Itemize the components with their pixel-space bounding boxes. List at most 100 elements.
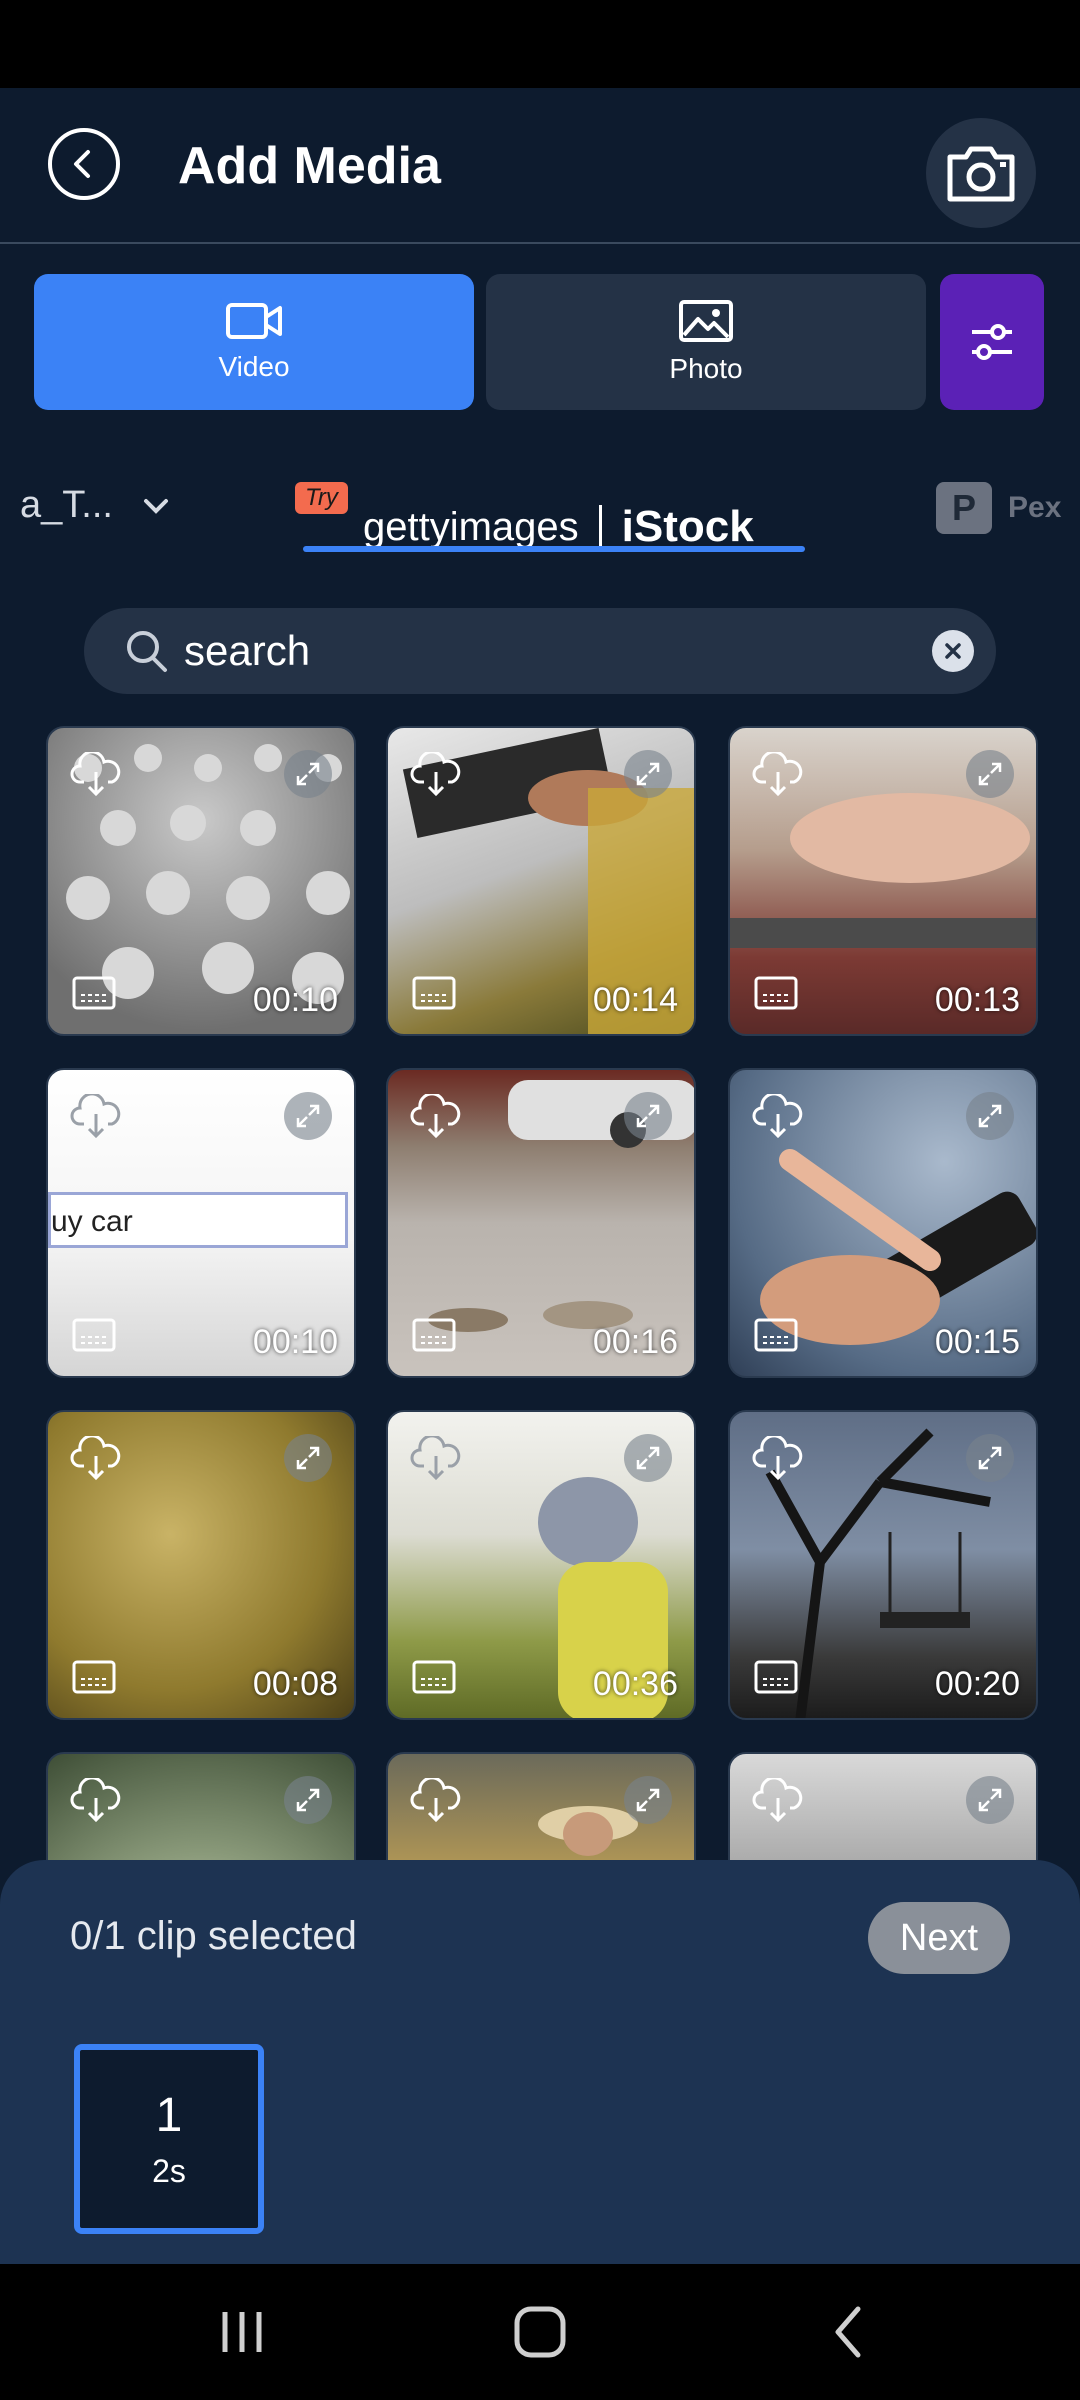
getty-istock-logo: gettyimages iStock: [363, 502, 754, 552]
system-back-button[interactable]: [820, 2304, 876, 2360]
cloud-download-icon[interactable]: [752, 1094, 804, 1140]
duration-label: 00:13: [934, 981, 1020, 1019]
istock-brand: iStock: [621, 502, 754, 551]
status-bar: [0, 0, 1080, 88]
source-row: a_T... Try gettyimages iStock P Pex: [0, 440, 1080, 560]
subtitle-icon: [412, 976, 456, 1010]
duration-label: 00:16: [592, 1323, 678, 1361]
media-thumbnail[interactable]: 00:13: [728, 726, 1038, 1036]
media-thumbnail[interactable]: 00:08: [46, 1410, 356, 1720]
expand-icon[interactable]: [966, 1092, 1014, 1140]
system-nav-bar: [0, 2264, 1080, 2400]
clip-slot-duration: 2s: [152, 2153, 186, 2189]
search-icon: [127, 631, 167, 672]
expand-icon[interactable]: [624, 1434, 672, 1482]
duration-label: 00:10: [252, 981, 338, 1019]
media-thumbnail[interactable]: [728, 1752, 1038, 1860]
cloud-download-icon[interactable]: [410, 1436, 462, 1482]
media-thumbnail[interactable]: 00:15: [728, 1068, 1038, 1378]
media-thumbnail[interactable]: 00:10: [46, 726, 356, 1036]
search-bar: [84, 608, 996, 694]
expand-icon[interactable]: [624, 1776, 672, 1824]
tab-video[interactable]: Video: [34, 274, 474, 410]
duration-label: 00:10: [252, 1323, 338, 1361]
logo-divider: [598, 505, 602, 549]
search-input[interactable]: [184, 608, 884, 694]
selection-panel: 0/1 clip selected Next 1 2s: [0, 1860, 1080, 2264]
media-thumbnail[interactable]: [386, 1752, 696, 1860]
media-thumbnail[interactable]: [46, 1752, 356, 1860]
camera-icon: [947, 146, 1015, 202]
chevron-left-icon: [74, 150, 90, 178]
tab-video-label: Video: [218, 351, 290, 382]
cloud-download-icon[interactable]: [70, 1094, 122, 1140]
expand-icon[interactable]: [284, 750, 332, 798]
image-icon: [679, 300, 733, 342]
cloud-download-icon[interactable]: [70, 1436, 122, 1482]
overlay-text: uy car: [51, 1205, 133, 1238]
home-button[interactable]: [512, 2304, 568, 2360]
try-badge: Try: [295, 482, 348, 514]
page-title: Add Media: [178, 137, 441, 195]
cloud-download-icon[interactable]: [752, 752, 804, 798]
cloud-download-icon[interactable]: [70, 752, 122, 798]
source-tab-getty[interactable]: Try gettyimages iStock: [295, 460, 805, 552]
source-tab-pexels[interactable]: P Pex: [936, 482, 1061, 534]
expand-icon[interactable]: [624, 1092, 672, 1140]
recents-icon: [222, 2312, 262, 2352]
chevron-down-icon: [143, 498, 168, 514]
expand-icon[interactable]: [284, 1434, 332, 1482]
duration-label: 00:36: [592, 1665, 678, 1703]
clip-slot[interactable]: 1 2s: [74, 2044, 264, 2234]
cloud-download-icon[interactable]: [70, 1778, 122, 1824]
media-thumbnail[interactable]: 00:36: [386, 1410, 696, 1720]
tab-photo[interactable]: Photo: [486, 274, 926, 410]
subtitle-icon: [754, 976, 798, 1010]
cloud-download-icon[interactable]: [410, 1778, 462, 1824]
media-thumbnail[interactable]: 00:20: [728, 1410, 1038, 1720]
clip-slot-number: 1: [155, 2089, 183, 2142]
back-arrow-icon: [835, 2306, 861, 2358]
cloud-download-icon[interactable]: [410, 1094, 462, 1140]
subtitle-icon: [72, 1318, 116, 1352]
media-type-tabs: Video Photo: [34, 274, 1046, 410]
media-thumbnail[interactable]: uy car 00:10: [46, 1068, 356, 1378]
folder-dropdown[interactable]: a_T...: [20, 484, 169, 527]
expand-icon[interactable]: [284, 1092, 332, 1140]
video-camera-icon: [226, 303, 282, 339]
subtitle-icon: [72, 1660, 116, 1694]
tab-photo-label: Photo: [669, 353, 743, 384]
filter-button[interactable]: [940, 274, 1044, 410]
close-icon: [945, 643, 961, 659]
media-grid: 00:10 00:14 00:13 uy car 00:10 00:16 00:…: [0, 726, 1080, 1860]
media-thumbnail[interactable]: 00:14: [386, 726, 696, 1036]
expand-icon[interactable]: [624, 750, 672, 798]
getty-brand: gettyimages: [363, 504, 579, 549]
media-thumbnail[interactable]: 00:16: [386, 1068, 696, 1378]
clear-search-button[interactable]: [932, 630, 974, 672]
subtitle-icon: [754, 1660, 798, 1694]
subtitle-icon: [72, 976, 116, 1010]
duration-label: 00:08: [252, 1665, 338, 1703]
back-button[interactable]: [48, 128, 120, 200]
duration-label: 00:20: [934, 1665, 1020, 1703]
cloud-download-icon[interactable]: [752, 1778, 804, 1824]
expand-icon[interactable]: [966, 1776, 1014, 1824]
expand-icon[interactable]: [284, 1776, 332, 1824]
search-box-graphic: uy car: [48, 1192, 348, 1248]
subtitle-icon: [754, 1318, 798, 1352]
duration-label: 00:14: [592, 981, 678, 1019]
cloud-download-icon[interactable]: [752, 1436, 804, 1482]
camera-button[interactable]: [926, 118, 1036, 228]
selected-count-text: 0/1 clip selected: [70, 1914, 357, 1958]
next-button[interactable]: Next: [868, 1902, 1010, 1974]
expand-icon[interactable]: [966, 1434, 1014, 1482]
pexels-label: Pex: [1008, 491, 1062, 524]
subtitle-icon: [412, 1318, 456, 1352]
recent-apps-button[interactable]: [214, 2304, 270, 2360]
home-icon: [514, 2306, 566, 2358]
duration-label: 00:15: [934, 1323, 1020, 1361]
folder-label: a_T...: [20, 484, 113, 526]
expand-icon[interactable]: [966, 750, 1014, 798]
cloud-download-icon[interactable]: [410, 752, 462, 798]
